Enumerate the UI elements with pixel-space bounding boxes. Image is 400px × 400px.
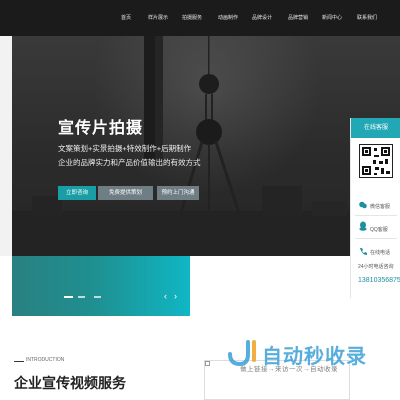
nav-item-contact[interactable]: 联系我们 xyxy=(357,14,377,21)
divider xyxy=(355,238,397,239)
watermark-tagline: 做上链接→来访一次→自动收录 xyxy=(240,366,338,373)
wechat-icon xyxy=(359,201,367,209)
hero-subtitle-line-2: 企业的品牌实力和产品价值输出的有效方式 xyxy=(58,158,201,167)
hero-left-edge xyxy=(0,36,12,256)
service-panel-title: 在线客服 xyxy=(351,118,400,138)
consult-now-button[interactable]: 立即咨询 xyxy=(58,186,96,200)
wechat-service-label[interactable]: 微信客服 xyxy=(370,203,390,210)
online-phone-label: 在线电话 xyxy=(370,250,391,256)
slider-dot[interactable] xyxy=(94,296,101,298)
divider xyxy=(355,215,397,216)
free-plan-button[interactable]: 免费提供策划 xyxy=(98,186,153,200)
intro-english-label: INTRODUCTION xyxy=(26,357,65,363)
intro-rule xyxy=(14,361,24,362)
top-navigation-bar: 首页 样片展示 拍摄服务 动画制作 品牌设计 品牌营销 新闻中心 联系我们 xyxy=(0,0,400,36)
slider-next-arrow[interactable]: › xyxy=(174,291,177,301)
nav-item-news[interactable]: 新闻中心 xyxy=(322,14,342,21)
qq-service-label[interactable]: QQ客服 xyxy=(370,226,388,233)
watermark-logo-icon xyxy=(228,340,256,366)
book-visit-button[interactable]: 预约上门沟通 xyxy=(157,186,199,200)
intro-section-title: 企业宣传视频服务 xyxy=(14,375,126,391)
nav-item-brand-design[interactable]: 品牌设计 xyxy=(252,14,272,21)
slider-prev-arrow[interactable]: ‹ xyxy=(164,291,167,301)
qq-icon xyxy=(359,221,367,231)
nav-item-home[interactable]: 首页 xyxy=(121,14,131,21)
hero-subtitle-line-1: 文案策划+实景拍摄+特效制作+后期制作 xyxy=(58,144,192,153)
hotline-number[interactable]: 13810356875 xyxy=(358,277,400,284)
slider-dot-active[interactable] xyxy=(64,296,73,298)
hero-title: 宣传片拍摄 xyxy=(58,120,144,137)
slider-strip xyxy=(12,256,190,316)
nav-item-samples[interactable]: 样片展示 xyxy=(148,14,168,21)
nav-item-shooting[interactable]: 拍摄服务 xyxy=(182,14,202,21)
broken-image-icon xyxy=(205,361,210,366)
hero-banner: 宣传片拍摄 文案策划+实景拍摄+特效制作+后期制作 企业的品牌实力和产品价值输出… xyxy=(0,36,400,256)
nav-item-animation[interactable]: 动画制作 xyxy=(218,14,238,21)
slider-dot[interactable] xyxy=(78,296,85,298)
online-service-panel: 在线客服 微信客服 QQ客服 在线电话 24小时电话咨询 13810356875 xyxy=(350,118,400,298)
wechat-qr-code xyxy=(359,144,393,178)
nav-item-brand-marketing[interactable]: 品牌营销 xyxy=(288,14,308,21)
hotline-hours-label: 24小时电话咨询 xyxy=(358,264,394,270)
phone-icon xyxy=(360,248,367,255)
